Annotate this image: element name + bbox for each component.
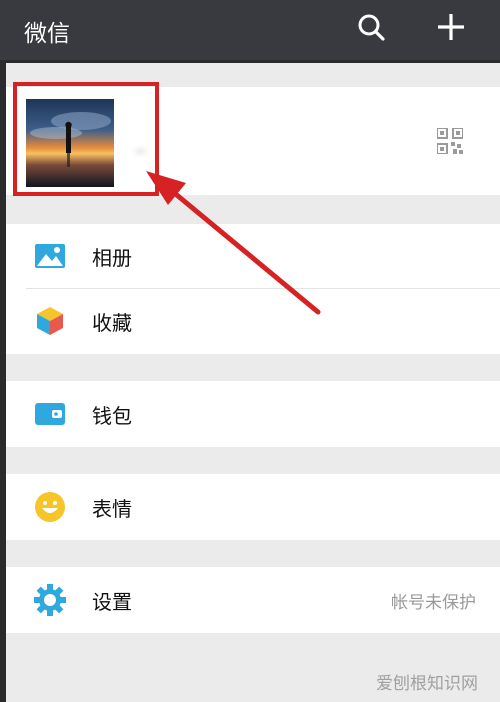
wallet-icon	[34, 398, 66, 430]
search-icon[interactable]	[356, 12, 386, 46]
menu-label-album: 相册	[92, 246, 132, 270]
cube-favorites-icon	[34, 305, 66, 337]
menu-label-favorites: 收藏	[92, 311, 132, 335]
gear-icon	[34, 584, 66, 616]
album-favorites-card: 相册 收藏	[6, 224, 500, 354]
qr-code-icon[interactable]	[436, 127, 464, 155]
menu-item-album[interactable]: 相册	[6, 224, 500, 288]
account-protection-status: 帐号未保护	[391, 593, 476, 613]
wallet-card: 钱包	[6, 381, 500, 447]
menu-label-settings: 设置	[92, 590, 132, 614]
plus-icon[interactable]	[436, 12, 466, 46]
profile-name: _	[136, 133, 145, 153]
app-title: 微信	[24, 21, 70, 47]
stickers-card: 表情	[6, 474, 500, 540]
profile-avatar[interactable]	[26, 99, 114, 187]
menu-item-favorites[interactable]: 收藏	[6, 289, 500, 353]
menu-item-settings[interactable]: 设置 帐号未保护	[6, 568, 500, 632]
menu-label-stickers: 表情	[92, 497, 132, 521]
smiley-icon	[34, 491, 66, 523]
album-icon	[34, 240, 66, 272]
watermark-text: 爱刨根知识网	[376, 674, 478, 694]
header-divider	[0, 60, 500, 63]
menu-item-stickers[interactable]: 表情	[6, 475, 500, 539]
menu-item-wallet[interactable]: 钱包	[6, 382, 500, 446]
profile-card[interactable]: _	[6, 87, 500, 195]
top-bar: 微信	[0, 0, 500, 60]
settings-card: 设置 帐号未保护	[6, 567, 500, 633]
menu-label-wallet: 钱包	[92, 404, 132, 428]
